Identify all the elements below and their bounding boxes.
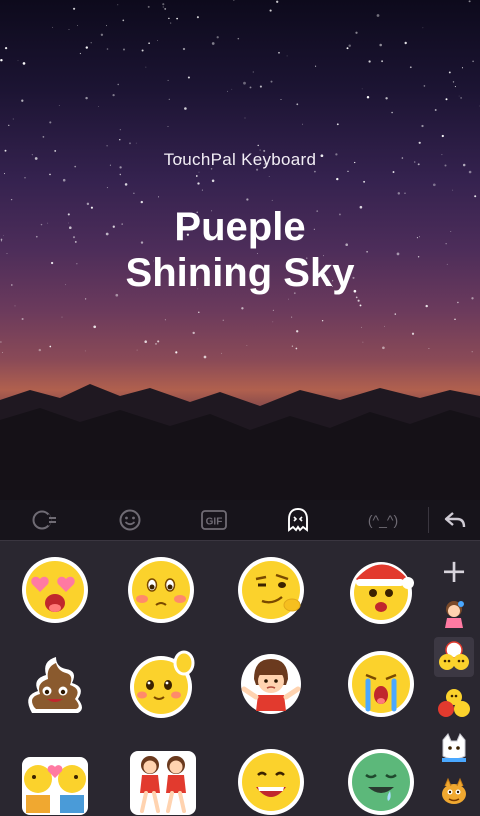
heart-eyes-sticker[interactable] — [20, 555, 90, 625]
add-pack-button[interactable]: + — [434, 551, 474, 591]
theme-title: Pueple Shining Sky — [0, 204, 480, 296]
back-arrow-icon[interactable] — [429, 500, 480, 540]
plus-icon: + — [440, 552, 468, 590]
red-faces-pack-tab[interactable] — [434, 683, 474, 723]
theme-preview-banner: TouchPal Keyboard Pueple Shining Sky — [0, 0, 480, 500]
monster-pack-tab[interactable] — [434, 771, 474, 811]
sticker-grid — [0, 541, 428, 816]
crying-face-sticker[interactable] — [346, 649, 416, 719]
brand-label: TouchPal Keyboard — [163, 150, 317, 169]
sticker-pack-sidebar: + — [428, 541, 480, 816]
sticker-icon[interactable] — [258, 500, 338, 540]
emoji-category-icon[interactable] — [0, 500, 90, 540]
girl-pack-tab[interactable] — [434, 593, 474, 633]
emoticon-icon[interactable]: (^_^) — [338, 500, 428, 540]
girl-shrug-sticker[interactable] — [236, 649, 306, 719]
gif-icon[interactable]: GIF — [170, 500, 258, 540]
kissing-pair-sticker[interactable] — [20, 747, 90, 816]
cat-pack-tab[interactable] — [434, 727, 474, 767]
svg-text:(^_^): (^_^) — [368, 512, 398, 528]
smirking-face-sticker[interactable] — [236, 555, 306, 625]
green-drooling-face-sticker[interactable] — [346, 747, 416, 816]
svg-text:GIF: GIF — [206, 517, 223, 528]
smiley-icon[interactable] — [90, 500, 170, 540]
keyboard-toolbar: GIF (^_^) — [0, 500, 480, 540]
sticker-panel: + — [0, 540, 480, 816]
theme-title-line2: Shining Sky — [125, 251, 355, 295]
mountain-silhouette — [0, 384, 480, 500]
grinning-face-sticker[interactable] — [236, 747, 306, 816]
blushing-face-sticker[interactable] — [126, 555, 196, 625]
waving-face-sticker[interactable] — [128, 649, 198, 719]
santa-face-sticker[interactable] — [346, 555, 416, 625]
dancing-twins-sticker[interactable] — [128, 747, 198, 816]
theme-title-line1: Pueple — [174, 205, 306, 249]
poop-sticker[interactable] — [20, 649, 90, 719]
emoji-faces-pack-tab[interactable] — [434, 637, 474, 677]
